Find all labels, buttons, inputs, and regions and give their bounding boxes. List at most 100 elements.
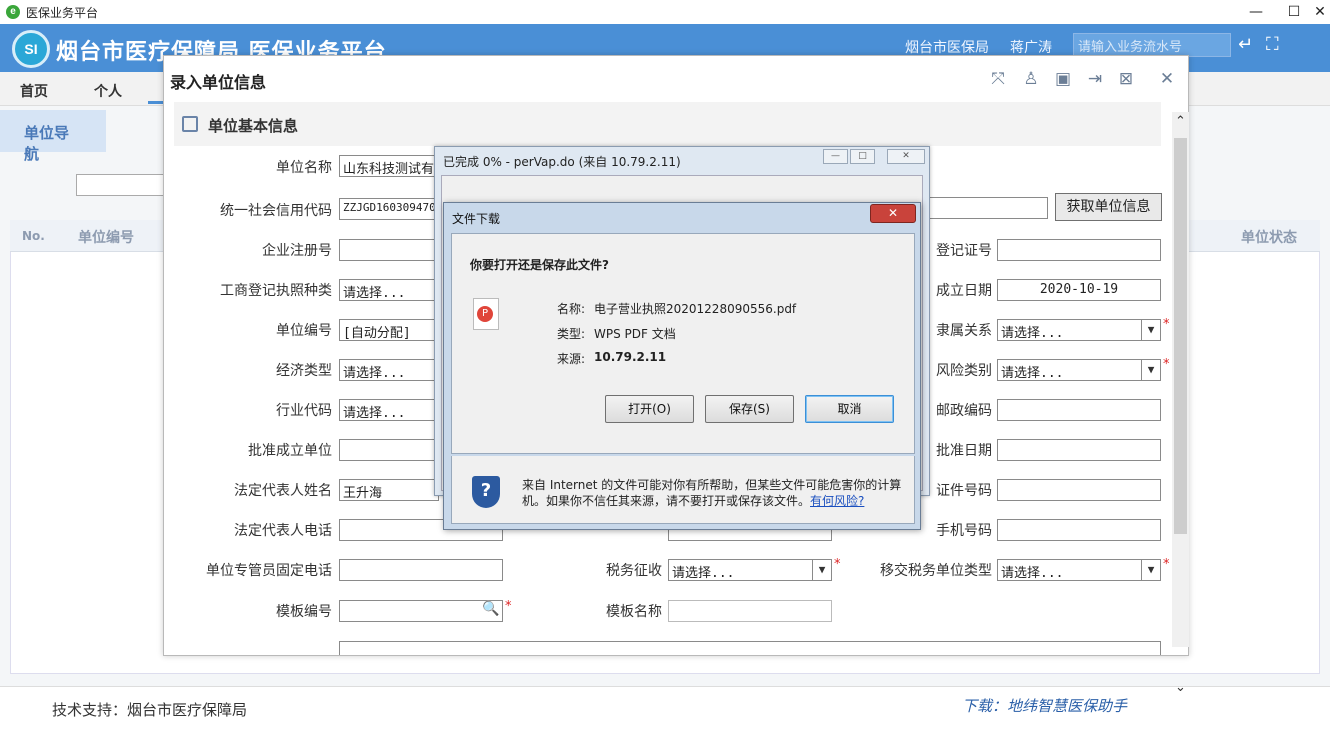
enter-icon[interactable]: ↵	[1238, 34, 1253, 55]
license-type-select[interactable]: 请选择...	[339, 279, 439, 301]
mobile-input[interactable]	[997, 519, 1161, 541]
unit-nav-button[interactable]: 单位导航	[0, 110, 106, 163]
label-credit-code: 统一社会信用代码	[220, 203, 332, 219]
file-name-value: 电子营业执照20201228090556.pdf	[594, 302, 797, 316]
tab-underline	[148, 101, 164, 104]
required-mark: *	[1163, 557, 1170, 572]
label-legal-phone: 法定代表人电话	[234, 523, 332, 539]
label-template-name: 模板名称	[606, 604, 662, 620]
dialog-scrollbar[interactable]: ⌃ ⌄	[1172, 112, 1189, 695]
chevron-down-icon: ▼	[1141, 360, 1160, 380]
header-user[interactable]: 蒋广涛	[1010, 37, 1052, 57]
save-button[interactable]: 保存(S)	[705, 395, 794, 423]
header-org[interactable]: 烟台市医保局	[905, 37, 989, 57]
edit-icon	[182, 116, 198, 132]
footer-download-link[interactable]: 下载：地纬智慧医保助手	[962, 695, 1127, 716]
footer: 技术支持：烟台市医疗保障局 下载：地纬智慧医保助手	[0, 686, 1330, 731]
label-mgr-phone: 单位专管员固定电话	[206, 563, 332, 579]
required-mark: *	[1163, 357, 1170, 372]
label-approve-unit: 批准成立单位	[248, 443, 332, 459]
credit-code-input[interactable]: ZZJGD160309470	[339, 198, 439, 220]
open-button[interactable]: 打开(O)	[605, 395, 694, 423]
template-no-input[interactable]	[339, 600, 503, 622]
progress-close-button[interactable]: ✕	[887, 149, 925, 164]
chevron-down-icon: ▼	[1141, 320, 1160, 340]
tab-personal[interactable]: 个人	[94, 81, 122, 101]
label-tax-unit-type: 移交税务单位类型	[880, 563, 992, 579]
col-unit-status: 单位状态	[1241, 230, 1297, 246]
chevron-down-icon: ▼	[812, 560, 831, 580]
file-download-dialog: 文件下载 ✕ 你要打开还是保存此文件? P 名称: 电子营业执照20201228…	[443, 202, 921, 530]
flow-icon[interactable]: ⤧	[987, 68, 1009, 90]
close-window-button[interactable]: ✕	[1300, 0, 1330, 24]
file-name-label: 名称:	[557, 302, 586, 316]
risk-type-select[interactable]: 请选择... ▼	[997, 359, 1161, 381]
search-icon[interactable]: 🔍	[482, 601, 499, 617]
label-enterprise-reg: 企业注册号	[262, 243, 332, 259]
required-mark: *	[834, 557, 841, 572]
reg-no-input[interactable]	[997, 239, 1161, 261]
cert-no-input[interactable]	[997, 479, 1161, 501]
chevron-down-icon: ▼	[1141, 560, 1160, 580]
warning-text: 来自 Internet 的文件可能对你有所帮助，但某些文件可能危害你的计算机。如…	[522, 478, 902, 508]
export-icon[interactable]: ⇥	[1084, 68, 1106, 90]
background-filter-input[interactable]	[76, 174, 171, 196]
label-industry-code: 行业代码	[276, 403, 332, 419]
industry-code-select[interactable]: 请选择...	[339, 399, 439, 421]
found-date-input[interactable]: 2020-10-19	[997, 279, 1161, 301]
si-logo: SI	[12, 30, 50, 68]
dialog-header: 录入单位信息 ⤧ ♙ ▣ ⇥ ⊠ ✕	[164, 56, 1188, 102]
postal-code-input[interactable]	[997, 399, 1161, 421]
scroll-up-icon[interactable]: ⌃	[1172, 114, 1189, 132]
fetch-unit-info-button[interactable]: 获取单位信息	[1055, 193, 1162, 221]
unit-no-input[interactable]: [自动分配]	[339, 319, 439, 341]
file-source-value: 10.79.2.11	[594, 350, 667, 364]
col-unit-no: 单位编号	[78, 230, 134, 246]
scroll-down-icon[interactable]: ⌄	[1172, 680, 1189, 698]
fullscreen-icon[interactable]: ⛶	[1266, 34, 1279, 55]
template-name-input[interactable]	[668, 600, 832, 622]
cancel-button[interactable]: 取消	[805, 395, 894, 423]
footer-support: 技术支持：烟台市医疗保障局	[52, 701, 248, 719]
dialog-title: 录入单位信息	[170, 73, 267, 92]
legal-name-input[interactable]: 王升海	[339, 479, 439, 501]
enterprise-reg-input[interactable]	[339, 239, 439, 261]
required-mark: *	[1163, 317, 1170, 332]
file-source-label: 来源:	[557, 352, 586, 366]
close-icon[interactable]: ✕	[1156, 68, 1178, 90]
user-icon[interactable]: ♙	[1020, 68, 1042, 90]
file-download-title: 文件下载	[452, 212, 501, 226]
save-icon[interactable]: ▣	[1052, 68, 1074, 90]
label-license-type: 工商登记执照种类	[220, 283, 332, 299]
risk-link[interactable]: 有何风险?	[810, 494, 864, 508]
delete-icon[interactable]: ⊠	[1115, 68, 1137, 90]
tax-collect-select[interactable]: 请选择... ▼	[668, 559, 832, 581]
label-template-no: 模板编号	[276, 604, 332, 620]
security-warning: ? 来自 Internet 的文件可能对你有所帮助，但某些文件可能危害你的计算机…	[451, 456, 915, 524]
label-legal-name: 法定代表人姓名	[234, 483, 332, 499]
section-basic-info: 单位基本信息	[174, 102, 1161, 146]
unit-name-input[interactable]: 山东科技测试有	[339, 155, 439, 177]
pdf-file-icon: P	[473, 298, 499, 330]
affiliation-select[interactable]: 请选择... ▼	[997, 319, 1161, 341]
label-unit-name: 单位名称	[276, 160, 332, 176]
progress-title: 已完成 0% - perVap.do (来自 10.79.2.11)	[443, 155, 681, 169]
right-input-row2[interactable]	[928, 197, 1048, 219]
file-download-close-button[interactable]: ✕	[870, 204, 916, 223]
search-input[interactable]: 请输入业务流水号	[1073, 33, 1231, 57]
col-no: No.	[22, 229, 45, 243]
label-tax-collect: 税务征收	[606, 563, 662, 579]
tax-unit-type-select[interactable]: 请选择... ▼	[997, 559, 1161, 581]
approve-date-input[interactable]	[997, 439, 1161, 461]
approve-unit-input[interactable]	[339, 439, 439, 461]
mgr-phone-input[interactable]	[339, 559, 503, 581]
tab-home[interactable]: 首页	[20, 81, 48, 101]
download-question: 你要打开还是保存此文件?	[470, 258, 609, 272]
remarks-textarea[interactable]	[339, 641, 1161, 655]
econ-type-select[interactable]: 请选择...	[339, 359, 439, 381]
required-mark: *	[505, 599, 512, 614]
progress-maximize-button[interactable]: □	[850, 149, 875, 164]
minimize-button[interactable]: —	[1236, 0, 1276, 24]
scroll-thumb[interactable]	[1174, 138, 1187, 534]
progress-minimize-button[interactable]: —	[823, 149, 848, 164]
